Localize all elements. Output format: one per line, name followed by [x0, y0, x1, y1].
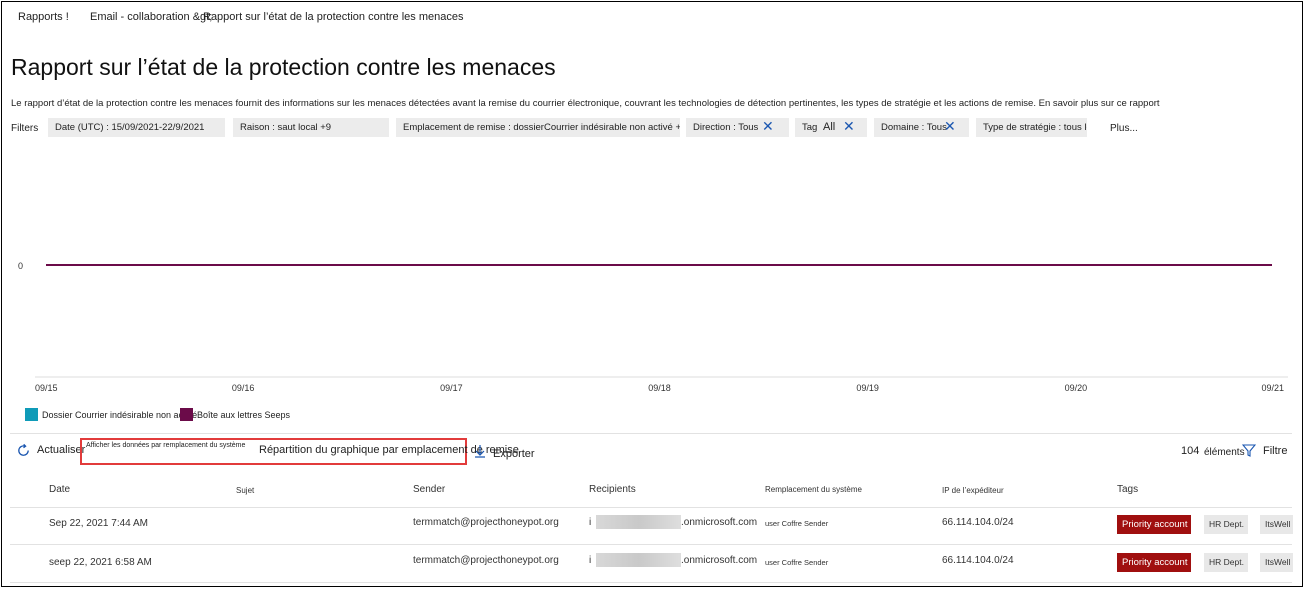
refresh-button[interactable]: Actualiser — [37, 444, 85, 456]
view-by-dropdown[interactable]: Afficher les données par remplacement du… — [86, 442, 245, 449]
tag-itswell[interactable]: ItsWell — [1260, 515, 1293, 534]
filters-label: Filters — [11, 123, 39, 134]
page-title: Rapport sur l’état de la protection cont… — [11, 54, 556, 80]
filter-reason[interactable]: Raison : saut local +9 — [233, 118, 389, 137]
tag-priority-account[interactable]: Priority account — [1117, 553, 1191, 572]
download-icon[interactable] — [474, 444, 486, 458]
row-date: Sep 22, 2021 7:44 AM — [49, 518, 148, 529]
row-recipient-domain: .onmicrosoft.com — [681, 517, 758, 528]
x-tick-label: 09/16 — [232, 383, 255, 393]
filter-date[interactable]: Date (UTC) : 15/09/2021-22/9/2021 — [48, 118, 225, 137]
legend-swatch-junk — [25, 408, 38, 421]
row-system-override: user Coffre Sender — [765, 558, 829, 567]
tag-hr-dept[interactable]: HR Dept. — [1204, 515, 1248, 534]
export-button[interactable]: Exporter — [493, 448, 535, 460]
x-tick-label: 09/21 — [1261, 383, 1284, 393]
x-tick-label: 09/15 — [35, 383, 58, 393]
legend-label-junk[interactable]: Dossier Courrier indésirable non activé — [42, 410, 197, 420]
close-icon[interactable]: ✕ — [762, 118, 774, 136]
tag-priority-account[interactable]: Priority account — [1117, 515, 1191, 534]
report-description: Le rapport d’état de la protection contr… — [11, 98, 1160, 109]
column-header-tags[interactable]: Tags — [1117, 484, 1138, 495]
column-header-subject[interactable]: Sujet — [236, 486, 254, 495]
tag-itswell[interactable]: ItsWell — [1260, 553, 1293, 572]
row-recipient-domain: .onmicrosoft.com — [681, 555, 758, 566]
legend-swatch-mailbox — [180, 408, 193, 421]
filter-icon[interactable] — [1242, 444, 1256, 457]
row-date: seep 22, 2021 6:58 AM — [49, 557, 152, 568]
delivery-chart: 0 09/15 09/16 09/17 09/18 09/19 09/20 09/21 — [18, 261, 1288, 393]
row-sender-ip: 66.114.104.0/24 — [942, 555, 1014, 566]
column-header-sender[interactable]: Sender — [413, 484, 445, 495]
row-sender: termmatch@projecthoneypot.org — [413, 555, 559, 566]
close-icon[interactable]: ✕ — [944, 118, 956, 136]
filter-policy-type[interactable]: Type de stratégie : tous les &gt; — [976, 118, 1087, 137]
filter-direction[interactable]: Direction : Tous ✕ — [686, 118, 789, 137]
legend-label-mailbox[interactable]: Boîte aux lettres Seeps — [197, 410, 290, 420]
tag-hr-dept[interactable]: HR Dept. — [1204, 553, 1248, 572]
column-header-recipients[interactable]: Recipients — [589, 484, 636, 495]
divider — [10, 544, 1292, 545]
item-count-label: éléments — [1204, 447, 1245, 458]
filter-domain[interactable]: Domaine : Tous ✕ — [874, 118, 969, 137]
item-count: 104 — [1181, 445, 1200, 457]
filter-tag[interactable]: Tag All ✕ — [795, 118, 867, 137]
x-tick-label: 09/19 — [856, 383, 879, 393]
filter-button[interactable]: Filtre — [1263, 445, 1287, 457]
row-sender-ip: 66.114.104.0/24 — [942, 517, 1014, 528]
redacted-recipient — [596, 515, 681, 529]
row-recipient-prefix: i — [589, 555, 592, 566]
filter-delivery-location[interactable]: Emplacement de remise : dossierCourrier … — [396, 118, 680, 137]
row-sender: termmatch@projecthoneypot.org — [413, 517, 559, 528]
refresh-icon[interactable] — [16, 443, 31, 458]
x-tick-label: 09/17 — [440, 383, 463, 393]
divider — [10, 433, 1292, 434]
x-tick-label: 09/20 — [1065, 383, 1088, 393]
column-header-sender-ip[interactable]: IP de l’expéditeur — [942, 486, 1004, 495]
x-tick-label: 09/18 — [648, 383, 671, 393]
breadcrumb-current: Rapport sur l’état de la protection cont… — [203, 11, 464, 23]
redacted-recipient — [596, 553, 681, 567]
divider — [10, 507, 1292, 508]
more-filters-button[interactable]: Plus... — [1110, 123, 1138, 134]
row-recipient-prefix: i — [589, 517, 592, 528]
divider — [10, 582, 1292, 583]
y-tick-label: 0 — [18, 261, 23, 271]
row-system-override: user Coffre Sender — [765, 519, 829, 528]
column-header-system-override[interactable]: Remplacement du système — [765, 485, 862, 494]
column-header-date[interactable]: Date — [49, 484, 70, 495]
breadcrumb-reports[interactable]: Rapports ! — [18, 11, 69, 23]
breadcrumb-email-collaboration[interactable]: Email - collaboration &gt; — [90, 11, 212, 23]
tag-value: All — [823, 121, 836, 133]
close-icon[interactable]: ✕ — [843, 118, 855, 136]
